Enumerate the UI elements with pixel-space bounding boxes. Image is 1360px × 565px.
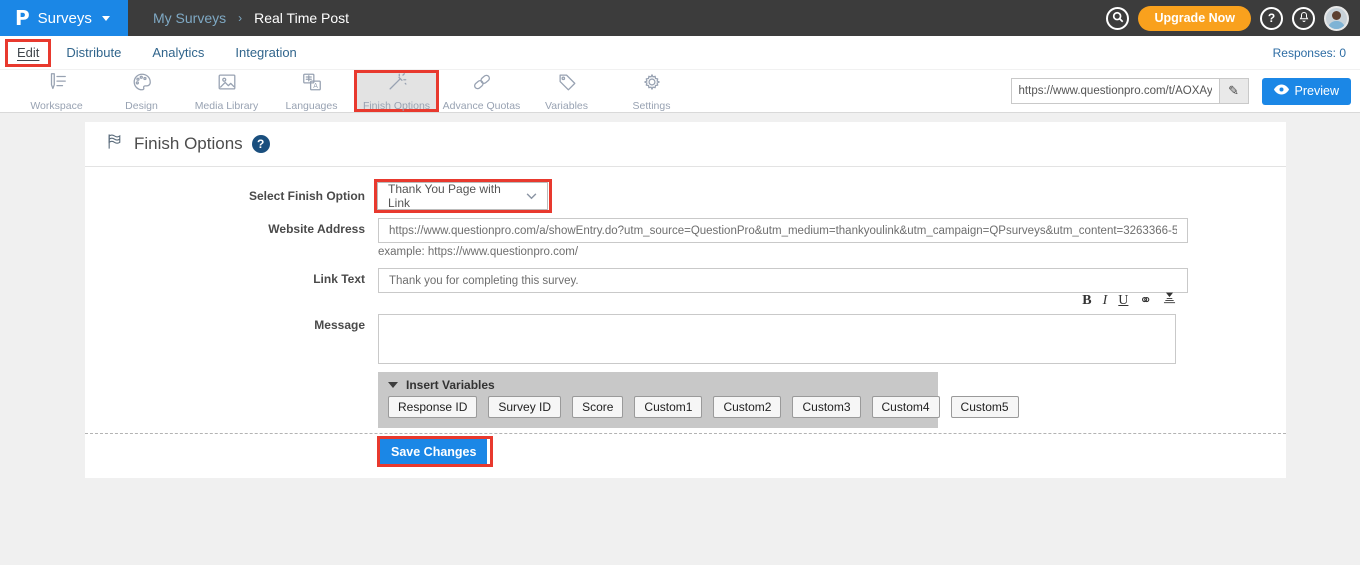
finish-options-panel: Finish Options ? Select Finish Option Th… [85,122,1286,478]
toolbar-label: Finish Options [363,100,430,112]
bell-icon [1298,11,1310,26]
tab-integration[interactable]: Integration [235,45,296,60]
breadcrumb: My Surveys › Real Time Post [153,10,349,26]
var-custom5-button[interactable]: Custom5 [951,396,1019,418]
finish-options-wand-icon [386,71,408,98]
product-name: Surveys [38,10,92,27]
var-survey-id-button[interactable]: Survey ID [488,396,561,418]
tab-analytics[interactable]: Analytics [152,45,204,60]
toolbar-item-design[interactable]: Design [99,70,184,112]
toolbar-item-variables[interactable]: Variables [524,70,609,112]
survey-url-input[interactable] [1012,79,1219,103]
toolbar-item-media-library[interactable]: Media Library [184,70,269,112]
underline-button[interactable]: U [1118,294,1128,308]
finish-option-highlight: Thank You Page with Link [374,179,552,213]
website-address-input[interactable] [378,218,1188,243]
chevron-down-icon [102,16,110,21]
flag-icon [106,132,125,156]
toolbar-label: Advance Quotas [443,100,521,112]
insert-link-button[interactable]: ⚭ [1139,293,1152,308]
toolbar-label: Media Library [195,100,259,112]
search-button[interactable] [1106,7,1129,30]
collapse-triangle-icon [388,382,398,388]
search-icon [1112,11,1124,26]
bold-button[interactable]: B [1082,294,1091,308]
var-custom2-button[interactable]: Custom2 [713,396,781,418]
insert-variables-panel: Insert Variables Response ID Survey ID S… [378,372,938,428]
notifications-button[interactable] [1292,7,1315,30]
workspace-icon [46,71,68,98]
top-navbar: P Surveys My Surveys › Real Time Post Up… [0,0,1360,36]
breadcrumb-current-survey: Real Time Post [254,10,349,26]
tab-edit[interactable]: Edit [17,45,39,60]
chevron-down-icon [526,189,537,203]
var-custom3-button[interactable]: Custom3 [792,396,860,418]
survey-tabs: Edit Distribute Analytics Integration Re… [0,36,1360,70]
message-editor-toolbar: B I U ⚭ [378,292,1176,308]
product-switcher[interactable]: P Surveys [0,0,128,36]
breadcrumb-separator: › [238,11,242,25]
toolbar-item-workspace[interactable]: Workspace [14,70,99,112]
finish-options-help-badge[interactable]: ? [252,135,270,153]
toolbar-item-finish-options[interactable]: Finish Options [354,70,439,112]
toolbar-item-settings[interactable]: Settings [609,70,694,112]
select-finish-option-label: Select Finish Option [85,189,365,203]
user-avatar[interactable] [1324,6,1349,31]
insert-variables-title: Insert Variables [406,378,495,392]
svg-text:A: A [313,83,318,90]
finish-option-selected-value: Thank You Page with Link [388,182,526,210]
pencil-icon: ✎ [1228,83,1239,99]
website-address-example: example: https://www.questionpro.com/ [378,246,578,258]
var-custom1-button[interactable]: Custom1 [634,396,702,418]
insert-variables-header[interactable]: Insert Variables [378,372,938,396]
edit-url-button[interactable]: ✎ [1219,79,1248,103]
italic-button[interactable]: I [1103,294,1108,308]
message-textarea[interactable] [378,314,1176,364]
tag-icon [556,71,578,98]
var-score-button[interactable]: Score [572,396,623,418]
link-text-input[interactable] [378,268,1188,293]
var-custom4-button[interactable]: Custom4 [872,396,940,418]
edit-toolbar: Workspace Design Media Library A Languag… [0,70,1360,113]
link-text-label: Link Text [85,272,365,286]
save-changes-button[interactable]: Save Changes [380,439,487,464]
preview-button[interactable]: Preview [1262,78,1351,105]
preview-label: Preview [1295,84,1339,98]
avatar-head [1332,11,1341,20]
page-title: Finish Options [134,134,243,154]
variable-buttons-row: Response ID Survey ID Score Custom1 Cust… [378,396,938,418]
website-address-label: Website Address [85,222,365,236]
align-button[interactable] [1163,292,1176,308]
media-library-icon [216,71,238,98]
panel-header: Finish Options ? [85,122,1286,167]
toolbar-label: Design [125,100,158,112]
navbar-actions: Upgrade Now ? [1106,6,1360,31]
toolbar-item-languages[interactable]: A Languages [269,70,354,112]
chain-links-icon [471,71,493,98]
eye-icon [1274,84,1289,98]
questionpro-logo-icon: P [15,6,30,30]
languages-icon: A [301,71,323,98]
toolbar-label: Variables [545,100,588,112]
responses-count[interactable]: Responses: 0 [1273,46,1346,60]
edit-tab-highlight: Edit [5,39,51,67]
upgrade-now-button[interactable]: Upgrade Now [1138,6,1251,31]
finish-option-select[interactable]: Thank You Page with Link [377,182,548,210]
form-bottom-separator [85,433,1286,434]
gear-icon [641,71,663,98]
toolbar-label: Languages [286,100,338,112]
toolbar-label: Settings [633,100,671,112]
avatar-torso [1328,21,1345,30]
var-response-id-button[interactable]: Response ID [388,396,477,418]
help-button[interactable]: ? [1260,7,1283,30]
breadcrumb-my-surveys[interactable]: My Surveys [153,10,226,26]
design-palette-icon [131,71,153,98]
toolbar-label: Workspace [30,100,82,112]
survey-url-box: ✎ [1011,78,1249,104]
toolbar-item-advance-quotas[interactable]: Advance Quotas [439,70,524,112]
tab-distribute[interactable]: Distribute [66,45,121,60]
message-label: Message [85,318,365,332]
toolbar-right: ✎ Preview [1011,70,1360,112]
save-changes-highlight: Save Changes [377,436,493,467]
